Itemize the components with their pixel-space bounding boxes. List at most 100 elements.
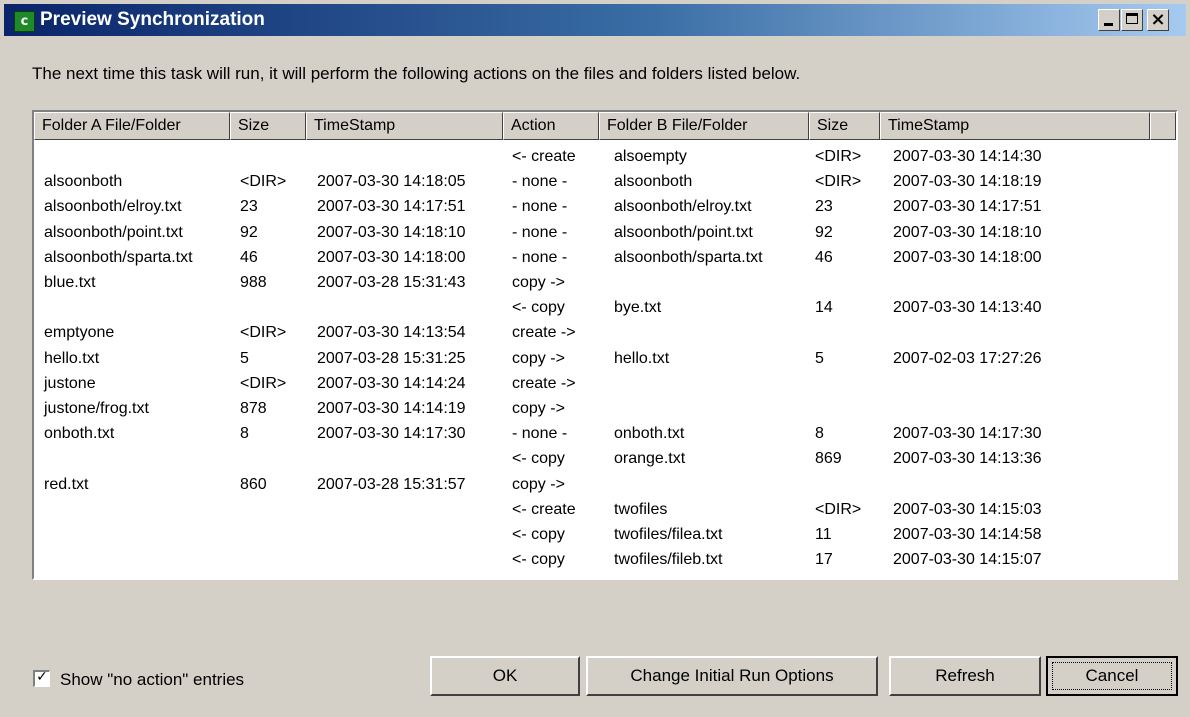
refresh-button[interactable]: Refresh xyxy=(889,656,1041,696)
table-row[interactable]: onboth.txt 8 2007-03-30 14:17:30 - none - on… xyxy=(34,421,1174,446)
size-b-cell: 869 xyxy=(815,450,842,468)
size-a-cell: 8 xyxy=(240,425,249,443)
size-a-cell: 988 xyxy=(240,274,267,291)
show-no-action-checkbox[interactable]: ✓ xyxy=(33,670,50,687)
action-cell: <- create xyxy=(512,500,576,518)
change-initial-run-options-button[interactable]: Change Initial Run Options xyxy=(586,656,878,696)
timestamp-b-cell: 2007-02-03 17:27:26 xyxy=(893,349,1042,367)
show-no-action-label[interactable]: Show "no action" entries xyxy=(60,670,244,690)
action-cell: copy -> xyxy=(512,475,565,493)
timestamp-a-cell: 2007-03-30 14:14:24 xyxy=(317,374,466,392)
column-header-size-b[interactable]: Size xyxy=(809,112,880,140)
size-b-cell: <DIR> xyxy=(815,173,862,191)
table-row[interactable]: alsoonboth <DIR> 2007-03-30 14:18:05 - none… xyxy=(34,169,1174,194)
folder-b-cell: twofiles xyxy=(614,500,668,518)
folder-a-cell: hello.txt xyxy=(44,349,100,367)
table-row[interactable]: <- copy twofiles/filea.txt 11 2007-03-30 14… xyxy=(34,522,1174,547)
minimize-icon xyxy=(1104,23,1113,26)
folder-a-cell: alsoonboth/point.txt xyxy=(44,223,183,241)
table-row[interactable]: justone/frog.txt 878 2007-03-30 14:14:19 co… xyxy=(34,396,1174,421)
timestamp-a-cell: 2007-03-30 14:18:10 xyxy=(317,223,466,241)
action-cell: <- copy xyxy=(512,450,565,468)
timestamp-b-cell: 2007-03-30 14:15:07 xyxy=(893,551,1042,569)
timestamp-b-cell: 2007-03-30 14:14:58 xyxy=(893,526,1042,543)
folder-b-cell: onboth.txt xyxy=(614,425,685,443)
action-cell: <- copy xyxy=(512,551,565,569)
table-row[interactable]: <- copy twofiles/fileb.txt 17 2007-03-30 14… xyxy=(34,547,1174,572)
table-row[interactable]: <- create alsoempty <DIR> 2007-03-30 14:14:… xyxy=(34,144,1174,169)
folder-a-cell: red.txt xyxy=(44,475,89,493)
table-row[interactable]: alsoonboth/elroy.txt 23 2007-03-30 14:17:5… xyxy=(34,194,1174,219)
timestamp-a-cell: 2007-03-30 14:18:05 xyxy=(317,173,466,191)
action-cell: copy -> xyxy=(512,274,565,291)
timestamp-a-cell: 2007-03-30 14:18:00 xyxy=(317,248,466,266)
cancel-label: Cancel xyxy=(1085,666,1139,685)
table-row[interactable]: <- copy bye.txt 14 2007-03-30 14:13:40 xyxy=(34,295,1174,320)
timestamp-b-cell: 2007-03-30 14:15:03 xyxy=(893,500,1042,518)
minimize-button[interactable] xyxy=(1098,9,1120,31)
timestamp-b-cell: 2007-03-30 14:14:30 xyxy=(893,148,1042,165)
action-cell: copy -> xyxy=(512,400,565,417)
size-b-cell: 46 xyxy=(815,248,833,266)
folder-a-cell: alsoonboth xyxy=(44,173,123,191)
action-cell: - none - xyxy=(512,425,568,443)
timestamp-b-cell: 2007-03-30 14:18:19 xyxy=(893,173,1042,191)
table-row[interactable]: alsoonboth/point.txt 92 2007-03-30 14:18:1… xyxy=(34,220,1174,245)
folder-a-cell: justone/frog.txt xyxy=(44,400,149,417)
action-cell: - none - xyxy=(512,223,568,241)
folder-b-cell: alsoonboth xyxy=(614,173,693,191)
timestamp-b-cell: 2007-03-30 14:13:36 xyxy=(893,450,1042,468)
folder-a-cell: blue.txt xyxy=(44,274,96,291)
maximize-button[interactable] xyxy=(1121,9,1143,31)
window-title: Preview Synchronization xyxy=(40,9,265,30)
folder-b-cell: alsoonboth/elroy.txt xyxy=(614,198,752,216)
action-cell: - none - xyxy=(512,248,568,266)
column-header-size-a[interactable]: Size xyxy=(230,112,306,140)
action-cell: <- copy xyxy=(512,526,565,543)
column-header-folder-a[interactable]: Folder A File/Folder xyxy=(34,112,230,140)
checkmark-icon: ✓ xyxy=(36,669,48,685)
action-cell: - none - xyxy=(512,173,568,191)
ok-button[interactable]: OK xyxy=(430,656,580,696)
size-b-cell: 92 xyxy=(815,223,833,241)
action-cell: <- copy xyxy=(512,299,565,317)
title-bar[interactable]: c Preview Synchronization × xyxy=(4,4,1186,36)
preview-list[interactable]: Folder A File/Folder Size TimeStamp Acti… xyxy=(32,110,1178,580)
timestamp-b-cell: 2007-03-30 14:18:00 xyxy=(893,248,1042,266)
table-row[interactable]: emptyone <DIR> 2007-03-30 14:13:54 create -… xyxy=(34,320,1174,345)
table-row[interactable]: hello.txt 5 2007-03-28 15:31:25 copy -> hell… xyxy=(34,346,1174,371)
table-row[interactable]: <- copy orange.txt 869 2007-03-30 14:13:36 xyxy=(34,446,1174,471)
close-button[interactable]: × xyxy=(1147,9,1169,31)
timestamp-a-cell: 2007-03-28 15:31:25 xyxy=(317,349,466,367)
size-a-cell: <DIR> xyxy=(240,374,287,392)
action-cell: <- create xyxy=(512,148,576,165)
column-header-timestamp-b[interactable]: TimeStamp xyxy=(880,112,1150,140)
list-header: Folder A File/Folder Size TimeStamp Acti… xyxy=(34,112,1176,140)
column-header-folder-b[interactable]: Folder B File/Folder xyxy=(599,112,809,140)
size-b-cell: 11 xyxy=(815,526,832,543)
app-icon: c xyxy=(14,11,35,32)
timestamp-a-cell: 2007-03-28 15:31:57 xyxy=(317,475,466,493)
table-row[interactable]: <- create twofiles <DIR> 2007-03-30 14:15:0… xyxy=(34,497,1174,522)
table-row[interactable]: justone <DIR> 2007-03-30 14:14:24 create -> xyxy=(34,371,1174,396)
folder-b-cell: twofiles/filea.txt xyxy=(614,526,723,543)
table-row[interactable]: alsoonboth/sparta.txt 46 2007-03-30 14:18:… xyxy=(34,245,1174,270)
close-icon: × xyxy=(1150,9,1166,30)
table-row[interactable]: blue.txt 988 2007-03-28 15:31:43 copy -> xyxy=(34,270,1174,295)
action-cell: - none - xyxy=(512,198,568,216)
action-cell: create -> xyxy=(512,324,576,342)
action-cell: copy -> xyxy=(512,349,565,367)
table-row[interactable]: red.txt 860 2007-03-28 15:31:57 copy -> xyxy=(34,472,1174,497)
size-b-cell: 17 xyxy=(815,551,833,569)
cancel-button[interactable]: Cancel xyxy=(1046,656,1178,696)
folder-a-cell: alsoonboth/sparta.txt xyxy=(44,248,193,266)
size-a-cell: 860 xyxy=(240,475,267,493)
column-header-timestamp-a[interactable]: TimeStamp xyxy=(306,112,503,140)
size-b-cell: 14 xyxy=(815,299,833,317)
column-header-action[interactable]: Action xyxy=(503,112,599,140)
timestamp-a-cell: 2007-03-30 14:14:19 xyxy=(317,400,466,417)
size-a-cell: <DIR> xyxy=(240,324,287,342)
size-b-cell: <DIR> xyxy=(815,148,862,165)
folder-b-cell: bye.txt xyxy=(614,299,662,317)
folder-a-cell: onboth.txt xyxy=(44,425,115,443)
